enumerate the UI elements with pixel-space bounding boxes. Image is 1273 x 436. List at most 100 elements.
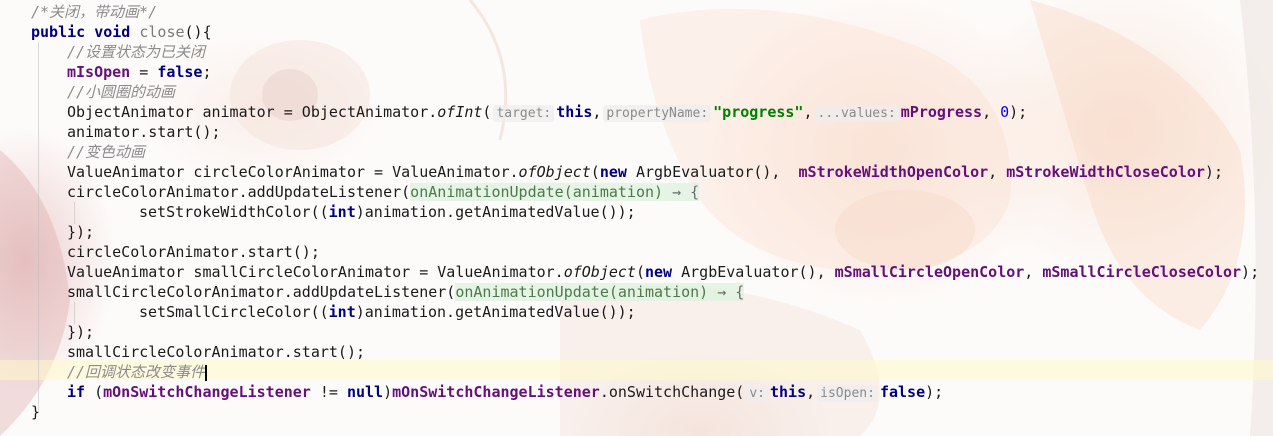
- code-text: (: [635, 263, 645, 281]
- field: mIsOpen: [67, 63, 131, 81]
- field: mStrokeWidthOpenColor: [798, 163, 989, 181]
- code-text: ArgbEvaluator(),: [626, 163, 799, 181]
- lambda-signature: onAnimationUpdate(animation): [410, 183, 664, 201]
- code-text: )animation.getAnimatedValue());: [355, 203, 636, 221]
- code-text: ValueAnimator circleColorAnimator = Valu…: [67, 163, 519, 181]
- code-text: ,: [982, 103, 1001, 121]
- code-text: (: [85, 383, 104, 401]
- code-line: mIsOpen = false;: [0, 62, 1259, 82]
- parameter-hint: ...values:: [814, 105, 899, 122]
- method-call: ofObject: [518, 163, 591, 181]
- code-text: );: [1204, 163, 1223, 181]
- keyword: this: [556, 103, 593, 121]
- code-line: smallCircleColorAnimator.start();: [0, 342, 1259, 362]
- keyword: int: [328, 303, 356, 321]
- code-text: smallCircleColorAnimator.addUpdateListen…: [67, 283, 456, 301]
- code-line: ValueAnimator smallCircleColorAnimator =…: [0, 262, 1259, 282]
- code-text: =: [130, 63, 158, 81]
- string-literal: "progress": [713, 103, 804, 121]
- code-line: });: [0, 222, 1259, 242]
- code-text: });: [67, 323, 95, 341]
- lambda-fold[interactable]: onAnimationUpdate(animation) → {: [410, 183, 700, 201]
- code-text: });: [67, 223, 95, 241]
- code-text: ;: [202, 63, 212, 81]
- code-text: ObjectAnimator animator = ObjectAnimator…: [67, 103, 438, 121]
- code-line: //设置状态为已关闭: [0, 42, 1259, 62]
- comment: //小圆圈的动画: [67, 83, 176, 101]
- code-line-current: //回调状态改变事件: [0, 362, 1259, 382]
- code-line: circleColorAnimator.addUpdateListener(on…: [0, 182, 1259, 202]
- code-text: ,: [803, 103, 813, 121]
- code-text: .onSwitchChange(: [599, 383, 745, 401]
- code-text: (: [590, 163, 600, 181]
- code-text: ,: [806, 383, 816, 401]
- field: mOnSwitchChangeListener: [103, 383, 311, 401]
- code-text: setStrokeWidthColor((: [139, 203, 329, 221]
- field: mSmallCircleCloseColor: [1042, 263, 1242, 281]
- field: mOnSwitchChangeListener: [392, 383, 600, 401]
- code-line: animator.start();: [0, 122, 1259, 142]
- parameter-hint: target:: [493, 105, 555, 122]
- keyword: void: [94, 23, 131, 41]
- parameter-hint: propertyName:: [603, 105, 712, 122]
- code-line: /*关闭，带动画*/: [0, 2, 1259, 22]
- comment: //变色动画: [67, 143, 146, 161]
- code-line: setStrokeWidthColor((int)animation.getAn…: [0, 202, 1259, 222]
- lambda-fold[interactable]: onAnimationUpdate(animation) → {: [455, 283, 745, 301]
- code-text: ,: [592, 103, 602, 121]
- comment: //设置状态为已关闭: [67, 43, 206, 61]
- code-text: circleColorAnimator.start();: [67, 243, 320, 261]
- code-text: );: [1009, 103, 1028, 121]
- lambda-signature: onAnimationUpdate(animation): [455, 283, 709, 301]
- code-text: ,: [988, 163, 1007, 181]
- code-line: //小圆圈的动画: [0, 82, 1259, 102]
- method-call: ofInt: [437, 103, 483, 121]
- code-area[interactable]: /*关闭，带动画*/ public void close(){ //设置状态为已…: [0, 2, 1259, 422]
- code-text: }: [31, 403, 41, 421]
- code-text: animator.start();: [67, 123, 221, 141]
- keyword: false: [879, 383, 926, 401]
- keyword: this: [770, 383, 807, 401]
- code-text: ): [383, 383, 393, 401]
- comment: //回调状态改变事件: [67, 363, 206, 381]
- code-text: (: [482, 103, 492, 121]
- code-line: //变色动画: [0, 142, 1259, 162]
- method-call: ofObject: [563, 263, 636, 281]
- parameter-hint: v:: [746, 385, 768, 402]
- keyword: null: [346, 383, 384, 401]
- field: mProgress: [900, 103, 983, 121]
- keyword: if: [67, 383, 86, 401]
- code-line: }: [0, 402, 1259, 422]
- code-line: ValueAnimator circleColorAnimator = Valu…: [0, 162, 1259, 182]
- code-text: )animation.getAnimatedValue());: [355, 303, 636, 321]
- code-text: smallCircleColorAnimator.start();: [67, 343, 366, 361]
- code-text: circleColorAnimator.addUpdateListener(: [67, 183, 411, 201]
- field: mStrokeWidthCloseColor: [1006, 163, 1205, 181]
- method-name: close: [139, 23, 185, 41]
- code-text: ,: [1024, 263, 1043, 281]
- code-line: smallCircleColorAnimator.addUpdateListen…: [0, 282, 1259, 302]
- arrow-icon: → {: [663, 183, 700, 201]
- code-text: ValueAnimator smallCircleColorAnimator =…: [67, 263, 564, 281]
- field: mSmallCircleOpenColor: [834, 263, 1025, 281]
- code-line: setSmallCircleColor((int)animation.getAn…: [0, 302, 1259, 322]
- text-cursor: [205, 364, 208, 381]
- code-line: if (mOnSwitchChangeListener != null)mOnS…: [0, 382, 1259, 402]
- keyword: int: [328, 203, 356, 221]
- number-literal: 0: [1000, 103, 1010, 121]
- parameter-hint: isOpen:: [817, 385, 878, 402]
- keyword: public: [31, 23, 86, 41]
- code-line: ObjectAnimator animator = ObjectAnimator…: [0, 102, 1259, 122]
- code-text: );: [1241, 263, 1260, 281]
- code-text: ArgbEvaluator(),: [672, 263, 835, 281]
- code-text: );: [925, 383, 944, 401]
- code-text: setSmallCircleColor((: [139, 303, 329, 321]
- keyword: new: [599, 163, 627, 181]
- keyword: false: [157, 63, 203, 81]
- code-editor[interactable]: /*关闭，带动画*/ public void close(){ //设置状态为已…: [0, 0, 1273, 436]
- code-line: circleColorAnimator.start();: [0, 242, 1259, 262]
- code-text: (){: [184, 23, 212, 41]
- code-line: });: [0, 322, 1259, 342]
- code-line: public void close(){: [0, 22, 1259, 42]
- code-text: !=: [310, 383, 347, 401]
